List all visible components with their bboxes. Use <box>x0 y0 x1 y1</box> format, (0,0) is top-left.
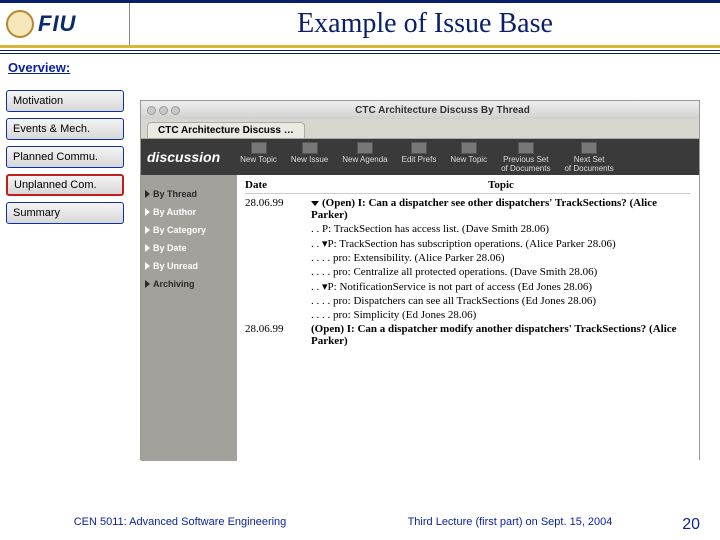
footer-page: 20 <box>660 516 710 534</box>
thread-row[interactable]: . . P: TrackSection has access list. (Da… <box>245 222 691 236</box>
row-date <box>245 223 311 235</box>
row-date: 28.06.99 <box>245 197 311 221</box>
nav-motivation[interactable]: Motivation <box>6 90 124 112</box>
window-titlebar: CTC Architecture Discuss By Thread <box>141 101 699 119</box>
close-icon[interactable] <box>147 106 156 115</box>
row-topic: . . . . pro: Extensibility. (Alice Parke… <box>311 252 691 264</box>
toolbar-new-issue[interactable]: New Issue <box>291 142 328 173</box>
tab-bar: CTC Architecture Discuss … <box>141 119 699 139</box>
view-by-category[interactable]: By Category <box>145 225 233 235</box>
tool-icon <box>302 142 318 154</box>
row-date <box>245 295 311 307</box>
tool-icon <box>251 142 267 154</box>
divider <box>0 50 720 54</box>
nav-planned-commu-[interactable]: Planned Commu. <box>6 146 124 168</box>
screenshot-window: CTC Architecture Discuss By Thread CTC A… <box>140 100 700 460</box>
thread-row[interactable]: . . ▾P: TrackSection has subscription op… <box>245 236 691 251</box>
app-brand: discussion <box>147 149 220 165</box>
minimize-icon[interactable] <box>159 106 168 115</box>
thread-row[interactable]: 28.06.99(Open) I: Can a dispatcher see o… <box>245 196 691 222</box>
header-date: Date <box>245 179 311 191</box>
thread-list: Date Topic 28.06.99(Open) I: Can a dispa… <box>237 175 699 461</box>
nav-summary[interactable]: Summary <box>6 202 124 224</box>
view-by-unread[interactable]: By Unread <box>145 261 233 271</box>
thread-row[interactable]: . . . . pro: Dispatchers can see all Tra… <box>245 294 691 308</box>
chevron-right-icon <box>145 280 150 288</box>
tool-icon <box>461 142 477 154</box>
thread-row[interactable]: . . ▾P: NotificationService is not part … <box>245 279 691 294</box>
footer-course: CEN 5011: Advanced Software Engineering <box>0 516 360 534</box>
header-topic: Topic <box>311 179 691 191</box>
tool-icon <box>411 142 427 154</box>
row-topic: . . ▾P: TrackSection has subscription op… <box>311 237 691 250</box>
overview-heading: Overview: <box>8 60 720 75</box>
chevron-right-icon <box>145 226 150 234</box>
toolbar-new-agenda[interactable]: New Agenda <box>342 142 387 173</box>
tool-icon <box>518 142 534 154</box>
toolbar: discussion New Topic New Issue New Agenda E… <box>141 139 699 175</box>
row-topic: (Open) I: Can a dispatcher modify anothe… <box>311 323 691 347</box>
toolbar-new-topic[interactable]: New Topic <box>240 142 277 173</box>
toolbar-edit-prefs[interactable]: Edit Prefs <box>402 142 437 173</box>
toolbar-previous-set[interactable]: Previous Set of Documents <box>501 142 550 173</box>
view-sidebar: By Thread By Author By Category By Date By U… <box>141 175 237 461</box>
tool-icon <box>581 142 597 154</box>
column-headers: Date Topic <box>245 179 691 194</box>
traffic-lights <box>141 106 186 115</box>
row-date <box>245 266 311 278</box>
row-topic: (Open) I: Can a dispatcher see other dis… <box>311 197 691 221</box>
row-date <box>245 237 311 250</box>
view-archiving[interactable]: Archiving <box>145 279 233 289</box>
chevron-right-icon <box>145 262 150 270</box>
chevron-right-icon <box>145 244 150 252</box>
view-by-thread[interactable]: By Thread <box>145 189 233 199</box>
nav-unplanned-com-[interactable]: Unplanned Com. <box>6 174 124 196</box>
toolbar-new-topic[interactable]: New Topic <box>450 142 487 173</box>
fiu-logo: FIU <box>0 3 130 45</box>
row-topic: . . . . pro: Dispatchers can see all Tra… <box>311 295 691 307</box>
zoom-icon[interactable] <box>171 106 180 115</box>
seal-icon <box>6 10 34 38</box>
chevron-right-icon <box>145 208 150 216</box>
row-topic: . . P: TrackSection has access list. (Da… <box>311 223 691 235</box>
window-title: CTC Architecture Discuss By Thread <box>186 105 699 116</box>
thread-row[interactable]: . . . . pro: Extensibility. (Alice Parke… <box>245 251 691 265</box>
thread-row[interactable]: . . . . pro: Centralize all protected op… <box>245 265 691 279</box>
tab-active[interactable]: CTC Architecture Discuss … <box>147 122 305 138</box>
view-by-author[interactable]: By Author <box>145 207 233 217</box>
slide-title: Example of Issue Base <box>130 8 720 40</box>
row-topic: . . . . pro: Centralize all protected op… <box>311 266 691 278</box>
row-date: 28.06.99 <box>245 323 311 347</box>
logo-text: FIU <box>38 11 76 37</box>
toolbar-next-set[interactable]: Next Set of Documents <box>564 142 613 173</box>
row-date <box>245 280 311 293</box>
thread-row[interactable]: 28.06.99(Open) I: Can a dispatcher modif… <box>245 322 691 348</box>
footer-lecture: Third Lecture (first part) on Sept. 15, … <box>360 516 660 534</box>
title-bar: FIU Example of Issue Base <box>0 0 720 48</box>
expand-icon[interactable] <box>311 201 319 206</box>
content-area: By Thread By Author By Category By Date By U… <box>141 175 699 461</box>
thread-row[interactable]: . . . . pro: Simplicity (Ed Jones 28.06) <box>245 308 691 322</box>
chevron-right-icon <box>145 190 150 198</box>
view-by-date[interactable]: By Date <box>145 243 233 253</box>
row-date <box>245 252 311 264</box>
tool-icon <box>357 142 373 154</box>
row-topic: . . . . pro: Simplicity (Ed Jones 28.06) <box>311 309 691 321</box>
nav-sidebar: Motivation Events & Mech. Planned Commu. Un… <box>6 90 126 230</box>
row-date <box>245 309 311 321</box>
slide-footer: CEN 5011: Advanced Software Engineering … <box>0 516 720 534</box>
nav-events-mech-[interactable]: Events & Mech. <box>6 118 124 140</box>
row-topic: . . ▾P: NotificationService is not part … <box>311 280 691 293</box>
